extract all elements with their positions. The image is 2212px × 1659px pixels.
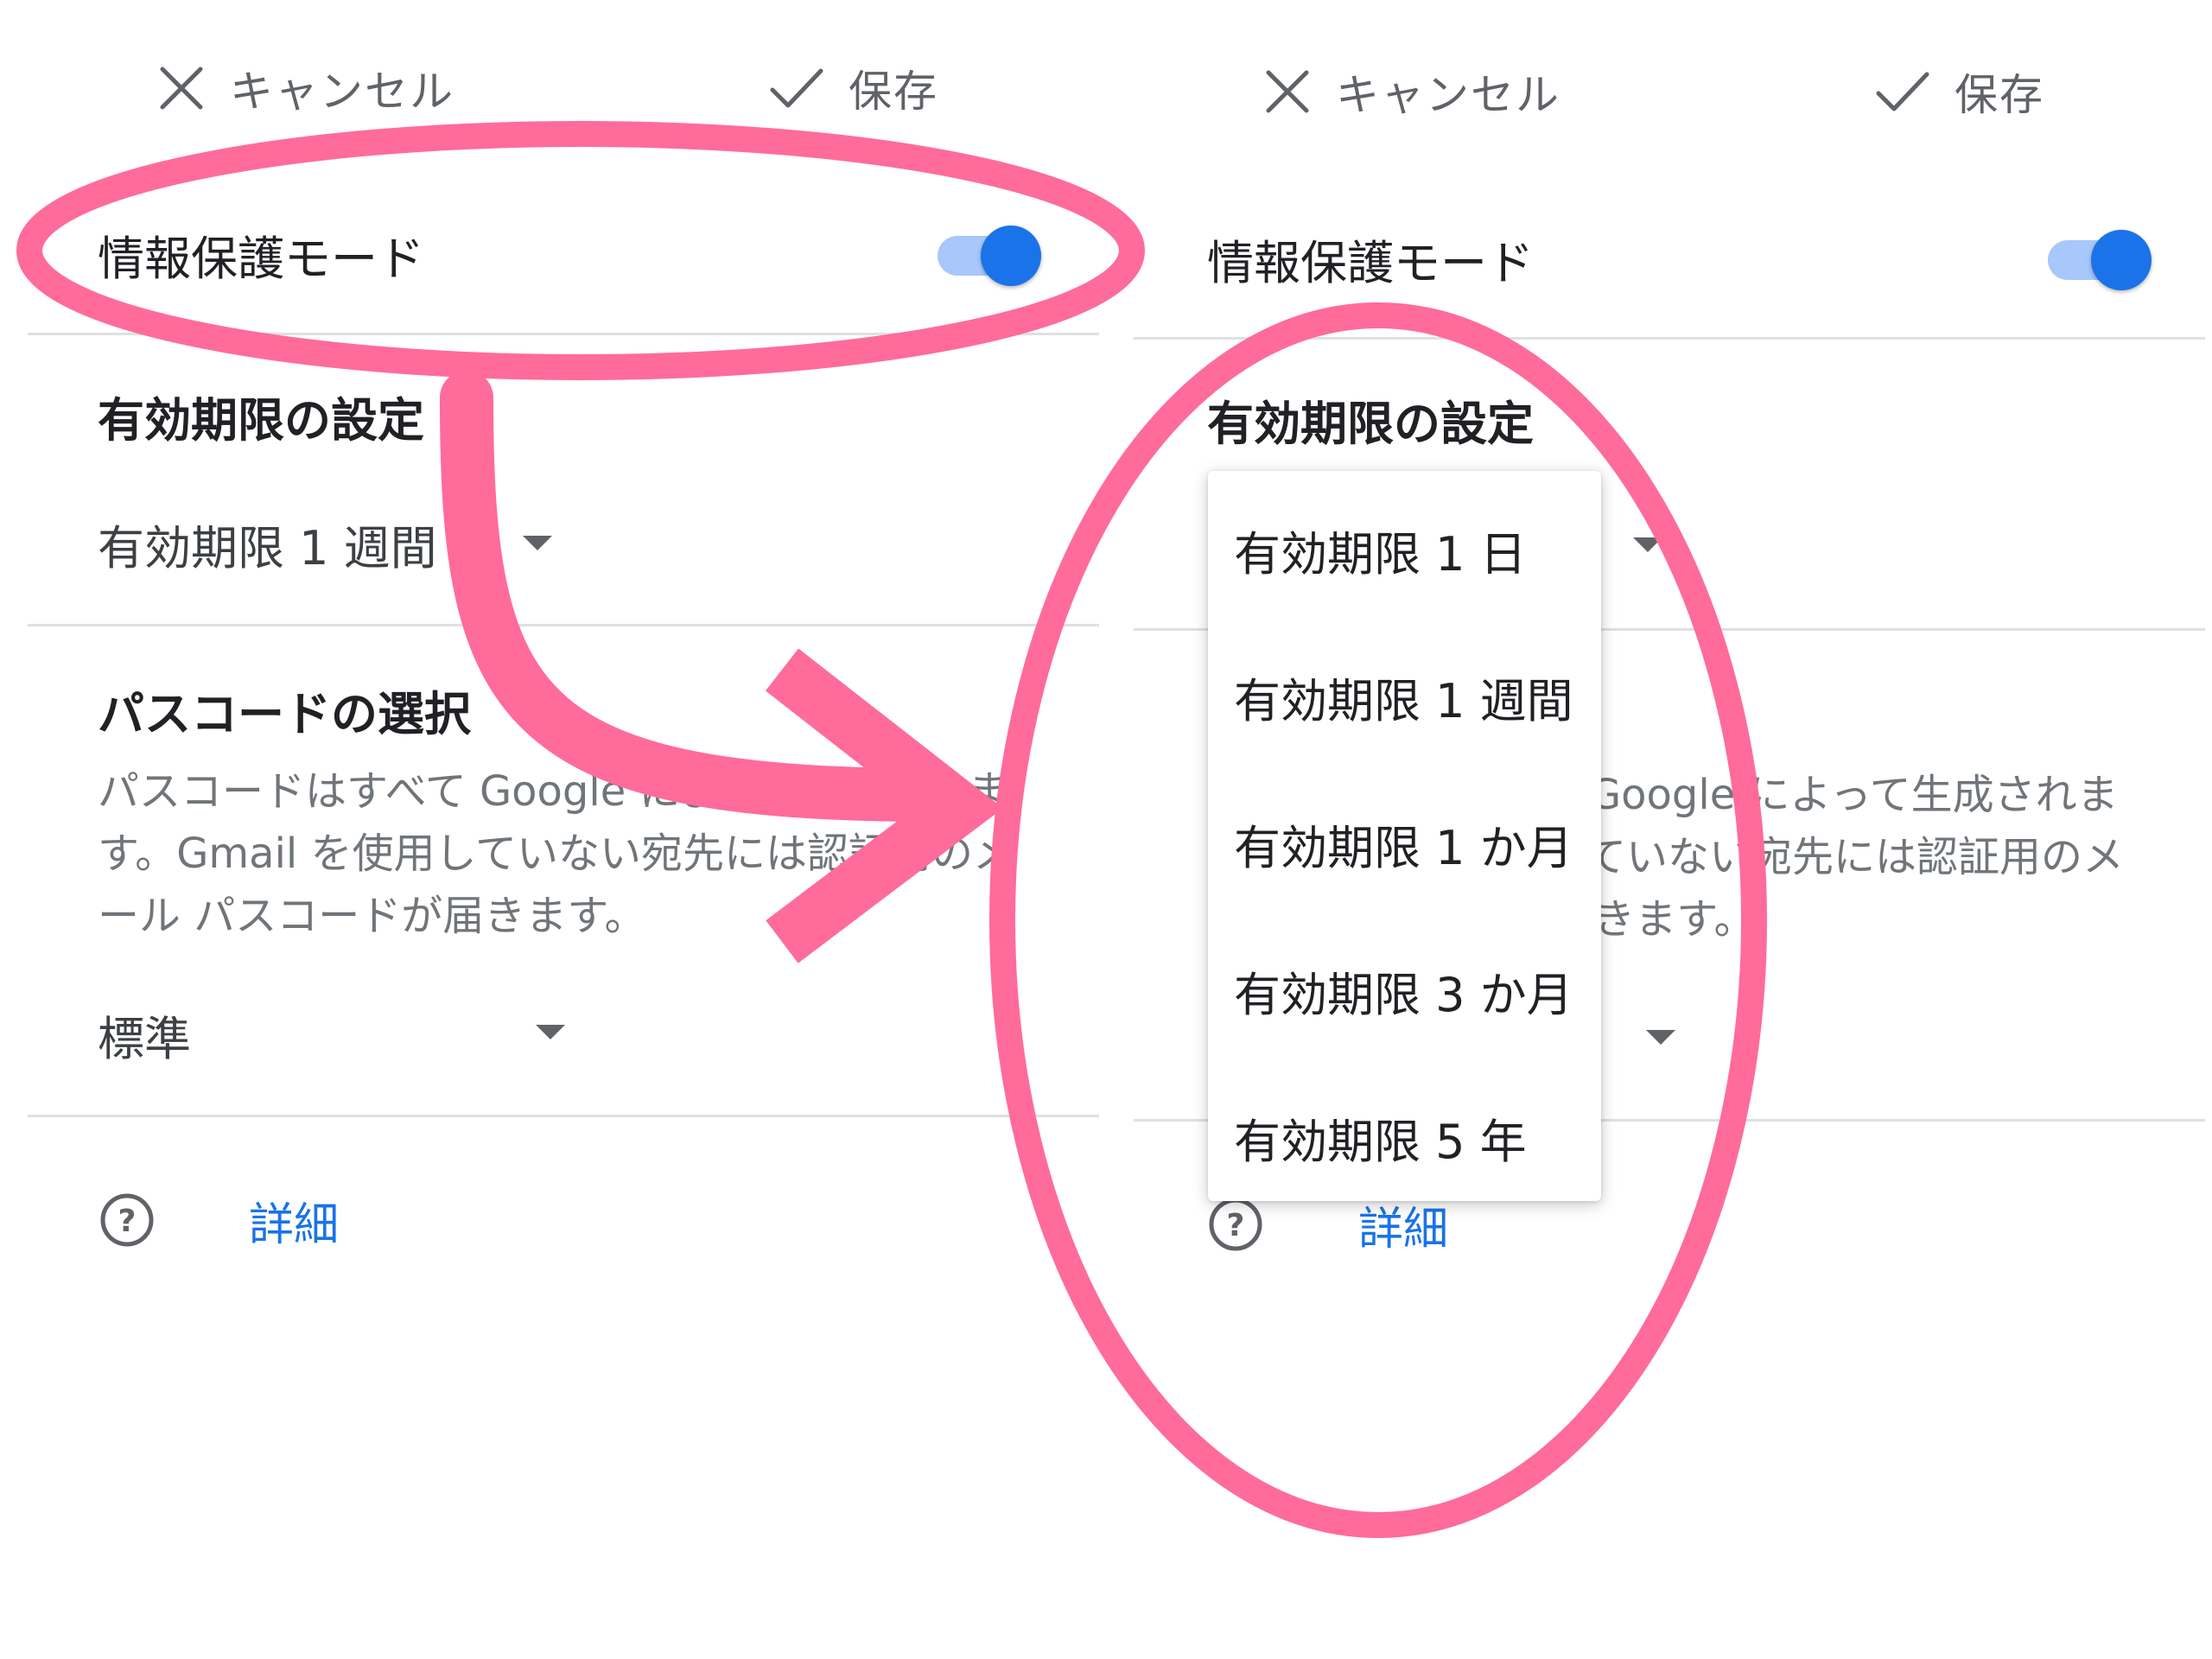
help-circle-icon[interactable]: ? [1208,1197,1263,1255]
passcode-selected-value: 標準 [98,1012,191,1066]
divider [28,1115,1099,1117]
svg-text:?: ? [118,1204,137,1239]
details-link[interactable]: 詳細 [249,1188,339,1253]
dropdown-caret-icon [536,1025,565,1039]
save-label: 保存 [1955,70,2044,120]
divider [28,333,1099,335]
menu-item-5-years[interactable]: 有効期限 5 年 [1234,1103,1527,1172]
check-icon [1875,67,1930,116]
passcode-select[interactable]: 標準 [86,992,588,1070]
passcode-section-title: パスコードの選択 [98,687,471,741]
help-circle-icon[interactable]: ? [99,1192,155,1251]
menu-item-1-month[interactable]: 有効期限 1 か月 [1234,810,1573,878]
save-button[interactable]: 保存 [1875,57,2044,126]
dropdown-caret-icon [523,536,552,550]
description-line: パスコードはすべて Google によって生成されま [98,767,1009,816]
confidential-mode-label: 情報保護モード [98,232,424,286]
expiry-dropdown-menu: 有効期限 1 日 有効期限 1 週間 有効期限 1 か月 有効期限 3 か月 有… [1208,471,1601,1201]
top-toolbar: キャンセル 保存 [0,0,1106,173]
confidential-mode-toggle[interactable] [2048,225,2152,294]
expiry-section-title: 有効期限の設定 [1207,397,1534,451]
passcode-description: パスコードはすべて Google によって生成されま す。Gmail を使用して… [98,760,1074,947]
menu-item-1-day[interactable]: 有効期限 1 日 [1234,516,1527,584]
close-icon [157,64,206,112]
dropdown-caret-icon [1646,1030,1675,1045]
cancel-button[interactable]: キャンセル [157,54,454,123]
divider [1134,337,2205,340]
expiry-selected-value: 有効期限 1 週間 [98,521,437,575]
expiry-section-title: 有効期限の設定 [98,393,424,448]
svg-text:?: ? [1227,1208,1245,1243]
expiry-select[interactable]: 有効期限 1 週間 [86,501,570,579]
cancel-label: キャンセル [1336,70,1560,120]
divider [28,624,1099,626]
details-link[interactable]: 詳細 [1358,1192,1448,1257]
menu-item-3-months[interactable]: 有効期限 3 か月 [1234,957,1573,1025]
confidential-mode-label: 情報保護モード [1207,236,1534,290]
save-button[interactable]: 保存 [769,54,938,123]
cancel-button[interactable]: キャンセル [1263,57,1560,126]
close-icon [1263,67,1312,116]
toggle-thumb [2091,230,2152,290]
dropdown-caret-icon [1633,537,1662,552]
left-panel: キャンセル 保存 情報保護モード 有効期限の設定 有効期限 1 週間 パスコード… [0,0,1106,1659]
confidential-mode-toggle[interactable] [938,220,1041,289]
confidential-mode-row: 情報保護モード [0,194,1106,324]
check-icon [769,64,824,112]
cancel-label: キャンセル [230,67,454,117]
description-line: ール パスコードが届きます。 [98,892,646,940]
confidential-mode-row: 情報保護モード [1106,199,2212,328]
top-toolbar: キャンセル 保存 [1106,0,2212,173]
menu-item-1-week[interactable]: 有効期限 1 週間 [1234,663,1573,731]
toggle-thumb [981,226,1041,286]
save-label: 保存 [849,67,938,117]
description-line: す。Gmail を使用していない宛先には認証用のメ [98,830,1015,878]
